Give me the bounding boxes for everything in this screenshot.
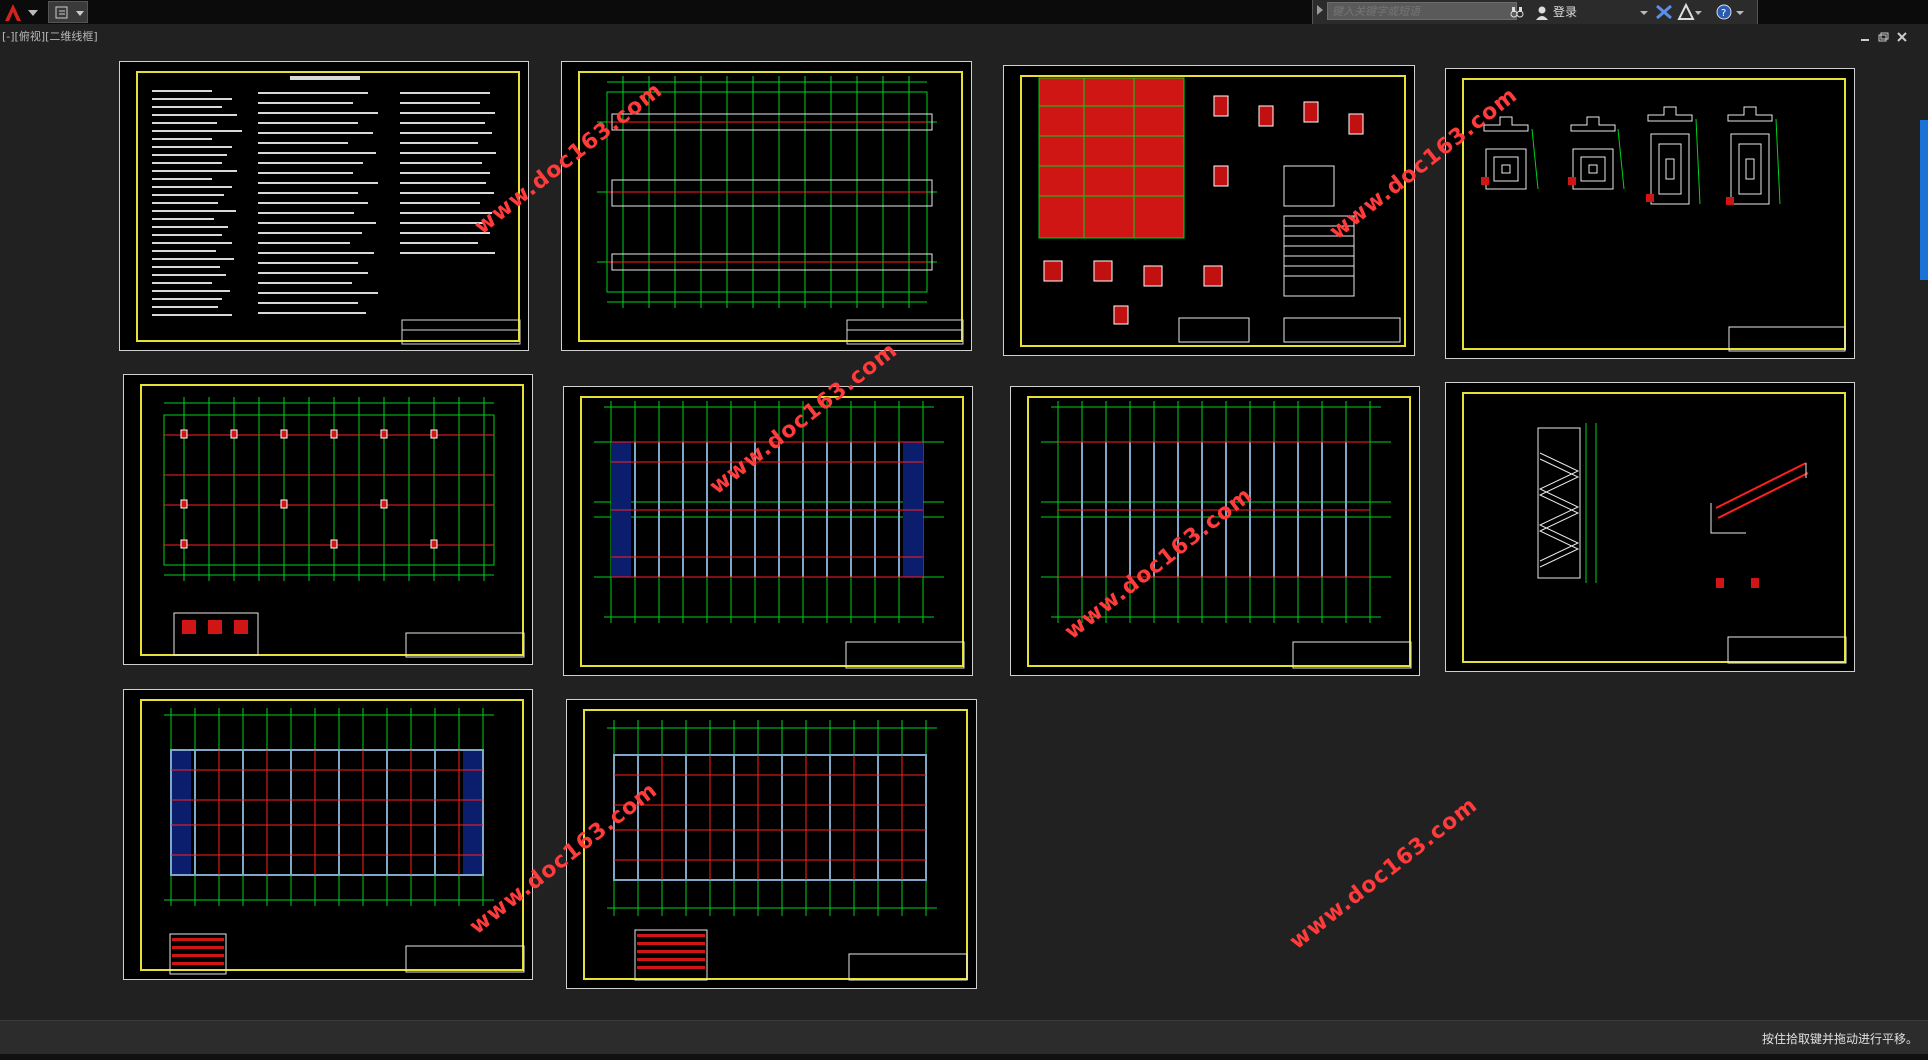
search-input[interactable] — [1327, 2, 1517, 20]
close-icon[interactable] — [1895, 30, 1909, 44]
viewport-controls-label[interactable]: [-][俯视][二维线框] — [2, 28, 98, 44]
minimize-icon[interactable] — [1858, 30, 1872, 44]
status-message: 按住拾取键并拖动进行平移。 — [1761, 1032, 1918, 1046]
help-icon[interactable]: ? — [1715, 2, 1745, 22]
drawing-sheet-stair-details[interactable] — [1445, 382, 1855, 672]
a360-icon[interactable] — [1677, 2, 1703, 22]
column-layout-drawing — [163, 397, 525, 658]
floor-plan-1-drawing — [164, 708, 525, 975]
status-bar: 按住拾取键并拖动进行平移。 — [0, 1020, 1928, 1055]
design-notes-text-block — [152, 76, 521, 345]
search-expand-icon[interactable] — [1317, 5, 1323, 15]
scrollbar-accent[interactable] — [1920, 120, 1928, 280]
infocenter-toolbar: 登录 ? — [1312, 0, 1758, 24]
watermark-text: www.doc163.com — [1285, 792, 1483, 955]
binoculars-icon[interactable] — [1509, 2, 1525, 22]
stair-details-drawing — [1537, 423, 1847, 664]
window-bottom-edge — [0, 1054, 1928, 1060]
svg-text:?: ? — [1721, 8, 1726, 19]
drawing-sheet-roof-plan[interactable] — [566, 699, 977, 989]
roof-plan-drawing — [607, 720, 968, 981]
application-titlebar: 登录 ? — [0, 0, 1928, 24]
autocad-logo-icon[interactable] — [2, 1, 42, 23]
restore-icon[interactable] — [1876, 30, 1890, 44]
drawing-sheet-design-notes[interactable] — [119, 61, 529, 351]
exchange-icon[interactable] — [1655, 2, 1673, 22]
login-button[interactable]: 登录 — [1553, 2, 1577, 22]
drawing-sheet-floor-plan-1[interactable] — [123, 689, 533, 980]
user-icon[interactable] — [1535, 2, 1549, 22]
login-dropdown-icon[interactable] — [1639, 2, 1649, 22]
drawing-sheet-column-layout[interactable] — [123, 374, 533, 665]
quick-access-icon[interactable] — [48, 1, 88, 23]
